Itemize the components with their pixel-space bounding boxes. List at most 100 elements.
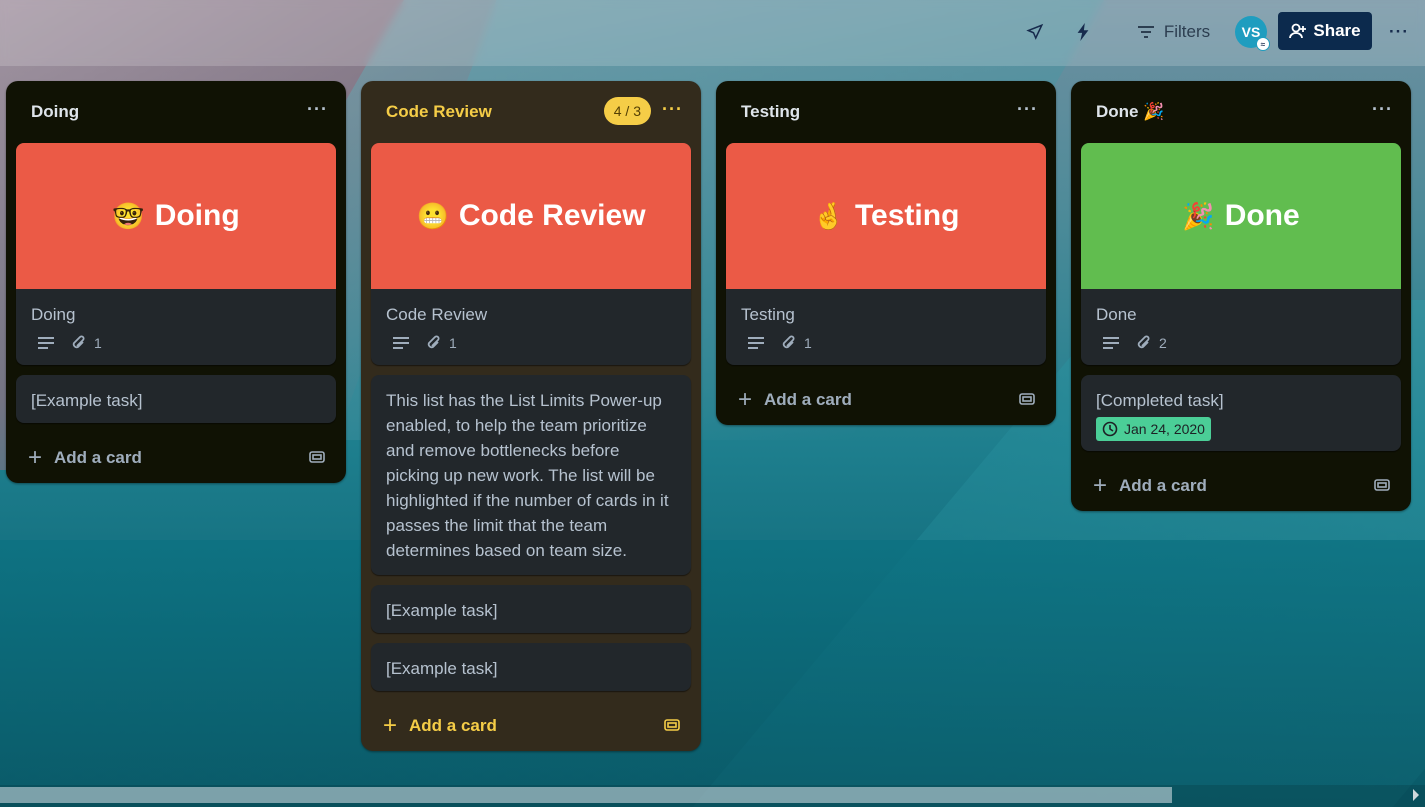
cover-card[interactable]: 🤞 Testing Testing 1	[726, 143, 1046, 365]
list-code-review: Code Review 4 / 3 ··· 😬 Code Review Code…	[361, 81, 701, 751]
list-limit-badge: 4 / 3	[603, 97, 651, 125]
due-date-badge[interactable]: Jan 24, 2020	[1096, 417, 1211, 441]
list-title[interactable]: Testing	[741, 102, 800, 122]
card-cover: 😬 Code Review	[371, 143, 691, 289]
add-card-label: Add a card	[764, 390, 852, 409]
lightning-icon	[1077, 23, 1089, 41]
card-title: [Example task]	[386, 659, 498, 678]
attachment-count: 1	[94, 335, 102, 351]
description-icon	[393, 337, 409, 349]
paperclip-icon	[427, 335, 440, 349]
avatar-initials: VS	[1241, 24, 1261, 40]
add-card-label: Add a card	[409, 716, 497, 735]
paperclip-icon	[72, 335, 85, 349]
card-badges: 2	[1081, 335, 1401, 365]
filters-button[interactable]: Filters	[1128, 17, 1220, 47]
attachment-count: 1	[449, 335, 457, 351]
list-menu-icon[interactable]: ···	[662, 99, 683, 120]
rocket-icon	[1026, 23, 1044, 40]
card-title: This list has the List Limits Power-up e…	[386, 391, 669, 560]
party-popper-icon: 🎉	[1182, 200, 1215, 231]
list-menu-icon[interactable]: ···	[1017, 99, 1038, 120]
list-title[interactable]: Code Review	[386, 102, 492, 122]
horizontal-scrollbar[interactable]	[0, 785, 1425, 807]
list-header[interactable]: Done 🎉 ···	[1071, 81, 1411, 143]
admin-badge-icon: ≈	[1256, 37, 1270, 51]
list-card[interactable]: [Example task]	[16, 375, 336, 423]
clock-icon	[1102, 421, 1118, 437]
cover-card[interactable]: 🤓 Doing Doing 1	[16, 143, 336, 365]
card-template-icon[interactable]	[1018, 391, 1036, 407]
attachment-badge: 1	[72, 335, 102, 351]
list-header[interactable]: Doing ···	[6, 81, 346, 143]
attachment-badge: 1	[782, 335, 812, 351]
add-card-label: Add a card	[54, 448, 142, 467]
list-header[interactable]: Code Review 4 / 3 ···	[361, 81, 701, 143]
card-template-icon[interactable]	[308, 449, 326, 465]
list-done: Done 🎉 ··· 🎉 Done Done 2 [Completed task…	[1071, 81, 1411, 511]
plus-icon: +	[383, 712, 398, 739]
scrollbar-thumb[interactable]	[0, 787, 1172, 803]
grimacing-emoji-icon: 😬	[416, 200, 449, 231]
cover-text: Code Review	[458, 199, 646, 232]
more-icon: ···	[1389, 22, 1409, 41]
share-label: Share	[1313, 21, 1361, 40]
list-header[interactable]: Testing ···	[716, 81, 1056, 143]
scroll-right-arrow-icon[interactable]	[1413, 789, 1419, 801]
list-menu-icon[interactable]: ···	[1372, 99, 1393, 120]
description-icon	[748, 337, 764, 349]
board-menu-button[interactable]: ···	[1384, 17, 1414, 47]
cover-text: Doing	[154, 199, 240, 232]
card-badges: 1	[371, 335, 691, 365]
add-person-icon	[1289, 23, 1307, 39]
nerd-emoji-icon: 🤓	[112, 200, 145, 231]
list-card[interactable]: [Example task]	[371, 585, 691, 633]
card-cover: 🎉 Done	[1081, 143, 1401, 289]
crossed-fingers-emoji-icon: 🤞	[812, 200, 845, 231]
cover-card[interactable]: 😬 Code Review Code Review 1	[371, 143, 691, 365]
plus-icon: +	[738, 386, 753, 413]
add-card-button[interactable]: + Add a card	[1071, 461, 1411, 511]
card-title: Doing	[31, 305, 76, 324]
add-card-button[interactable]: + Add a card	[361, 701, 701, 751]
automation-button[interactable]	[1068, 17, 1098, 47]
paperclip-icon	[782, 335, 795, 349]
cover-text: Done	[1224, 199, 1300, 232]
card-template-icon[interactable]	[1373, 477, 1391, 493]
filters-label: Filters	[1163, 22, 1211, 41]
power-ups-button[interactable]	[1020, 17, 1050, 47]
board-header: Filters VS ≈ Share ···	[0, 0, 1425, 66]
card-title: [Completed task]	[1096, 391, 1224, 410]
card-badges: 1	[726, 335, 1046, 365]
list-card[interactable]: [Example task]	[371, 643, 691, 691]
list-title[interactable]: Doing	[31, 102, 79, 122]
add-card-label: Add a card	[1119, 476, 1207, 495]
due-date: Jan 24, 2020	[1124, 421, 1205, 437]
share-button[interactable]: Share	[1278, 12, 1372, 50]
add-card-button[interactable]: + Add a card	[6, 433, 346, 483]
attachment-badge: 1	[427, 335, 457, 351]
list-card[interactable]: This list has the List Limits Power-up e…	[371, 375, 691, 575]
card-title: [Example task]	[386, 601, 498, 620]
list-title[interactable]: Done 🎉	[1096, 102, 1164, 122]
filter-icon	[1137, 26, 1154, 38]
list-card[interactable]: [Completed task] Jan 24, 2020	[1081, 375, 1401, 451]
card-template-icon[interactable]	[663, 717, 681, 733]
cover-text: Testing	[854, 199, 960, 232]
card-cover: 🤞 Testing	[726, 143, 1046, 289]
member-avatar[interactable]: VS ≈	[1235, 16, 1270, 51]
background-shape	[0, 540, 1425, 807]
description-icon	[1103, 337, 1119, 349]
card-title: Done	[1096, 305, 1137, 324]
card-title: Code Review	[386, 305, 488, 324]
card-title: Testing	[741, 305, 795, 324]
description-icon	[38, 337, 54, 349]
attachment-count: 2	[1159, 335, 1167, 351]
plus-icon: +	[28, 444, 43, 471]
attachment-count: 1	[804, 335, 812, 351]
plus-icon: +	[1093, 472, 1108, 499]
list-menu-icon[interactable]: ···	[307, 99, 328, 120]
card-cover: 🤓 Doing	[16, 143, 336, 289]
add-card-button[interactable]: + Add a card	[716, 375, 1056, 425]
cover-card[interactable]: 🎉 Done Done 2	[1081, 143, 1401, 365]
